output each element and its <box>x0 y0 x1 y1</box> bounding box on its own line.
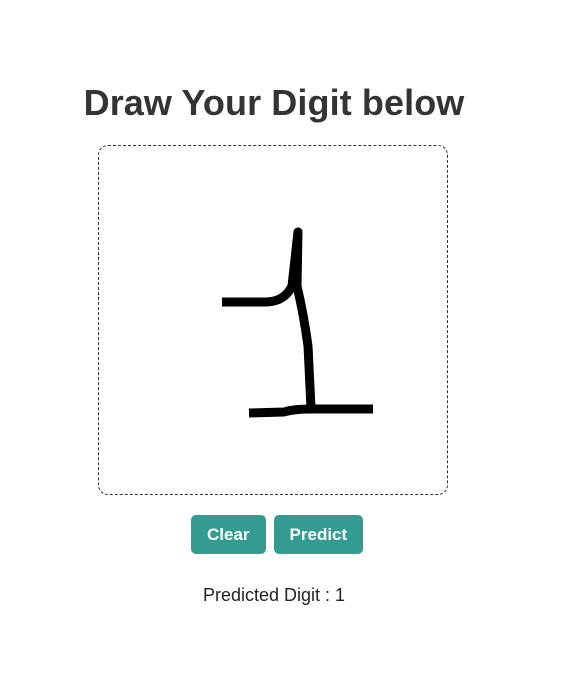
predicted-digit-text: Predicted Digit : 1 <box>202 585 346 605</box>
predict-button[interactable]: Predict <box>273 515 364 554</box>
clear-button[interactable]: Clear <box>191 515 266 554</box>
page-title: Draw Your Digit below <box>83 82 465 123</box>
drawing-canvas[interactable] <box>98 145 448 495</box>
button-row: Clear Predict <box>191 515 364 554</box>
drawn-digit-strokes <box>222 227 373 418</box>
